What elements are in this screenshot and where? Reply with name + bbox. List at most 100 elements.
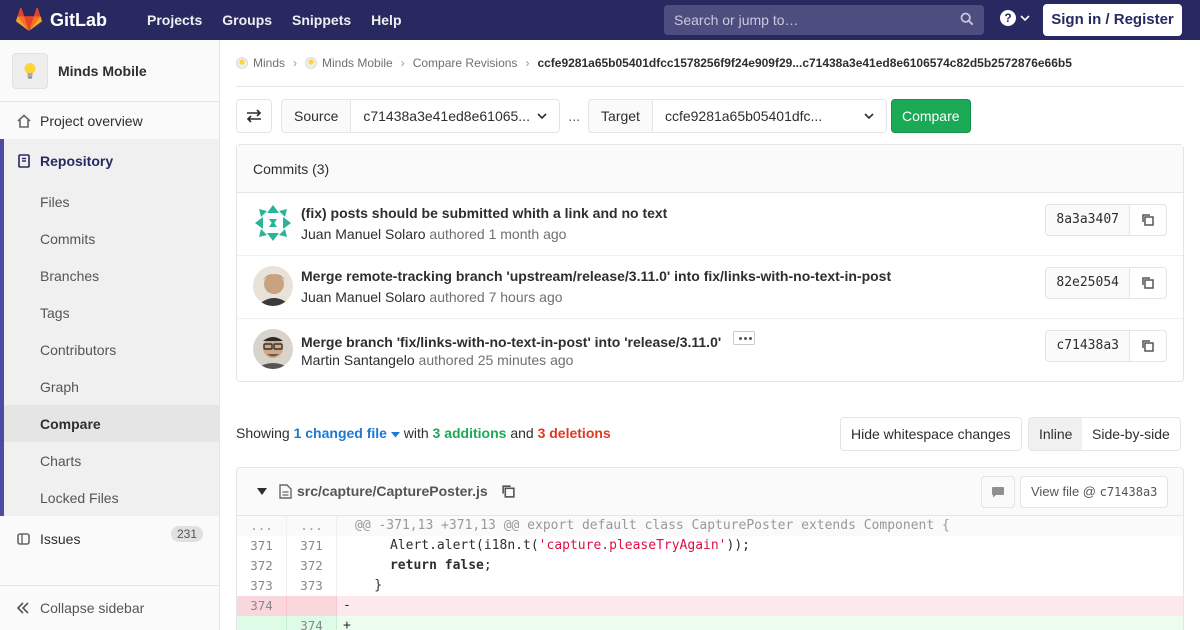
project-header[interactable]: Minds Mobile (0, 40, 219, 102)
commit-sha-link[interactable]: c71438a3 (1045, 330, 1130, 362)
copy-sha-button[interactable] (1130, 267, 1167, 299)
breadcrumb-minds[interactable]: Minds (236, 56, 285, 70)
project-avatar (12, 52, 48, 89)
commit-verb: authored (418, 352, 474, 368)
expand-description-button[interactable] (733, 331, 756, 345)
sidebar-item-label: Project overview (40, 112, 143, 129)
top-navbar: GitLab Projects Groups Snippets Help Sea… (0, 0, 1200, 40)
commit-author-link[interactable]: Martin Santangelo (301, 352, 415, 368)
sidebar-item-label: Repository (40, 153, 114, 169)
nav-snippets[interactable]: Snippets (282, 0, 361, 40)
new-line-number[interactable]: 374 (287, 616, 337, 630)
new-line-number[interactable]: 372 (287, 556, 337, 576)
help-dropdown[interactable]: ? (1000, 10, 1030, 26)
inline-view-button[interactable]: Inline (1028, 417, 1084, 451)
gitlab-logo[interactable]: GitLab (16, 0, 107, 40)
old-line-number[interactable]: 374 (237, 596, 287, 616)
nav-groups[interactable]: Groups (212, 0, 282, 40)
search-input[interactable]: Search or jump to… (664, 5, 984, 35)
sidebar-item-issues[interactable]: Issues 231 (0, 516, 219, 562)
old-line-number[interactable]: 371 (237, 536, 287, 556)
old-line-number[interactable]: 373 (237, 576, 287, 596)
caret-down-icon (390, 432, 400, 438)
copy-sha-button[interactable] (1130, 204, 1167, 236)
collapse-label: Collapse sidebar (40, 600, 145, 616)
compare-separator: ... (568, 108, 581, 124)
commit-author-link[interactable]: Juan Manuel Solaro (301, 226, 426, 242)
breadcrumb-separator: › (400, 56, 405, 70)
commit-sha-link[interactable]: 8a3a3407 (1045, 204, 1130, 236)
sidebar-item-charts[interactable]: Charts (4, 442, 219, 479)
commit-row: Merge remote-tracking branch 'upstream/r… (237, 256, 1183, 319)
source-ref-value: c71438a3e41ed8e61065... (363, 108, 530, 124)
breadcrumb-minds-mobile[interactable]: Minds Mobile (305, 56, 393, 70)
sidebar-item-repository[interactable]: Repository (4, 139, 219, 183)
sign-in-button[interactable]: Sign in / Register (1043, 4, 1182, 36)
breadcrumb-separator: › (525, 56, 530, 70)
gitlab-tanuki-icon (16, 8, 42, 31)
source-ref-dropdown[interactable]: c71438a3e41ed8e61065... (351, 99, 561, 133)
commit-sha-link[interactable]: 82e25054 (1045, 267, 1130, 299)
sidebar-item-commits[interactable]: Commits (4, 220, 219, 257)
user-avatar[interactable] (253, 329, 293, 369)
identicon-avatar[interactable] (253, 203, 293, 243)
commit-meta: Martin Santangelo authored 25 minutes ag… (301, 352, 573, 368)
sidebar-item-contributors[interactable]: Contributors (4, 331, 219, 368)
diff-file: src/capture/CapturePoster.js View file @… (236, 467, 1184, 630)
sidebar-item-compare[interactable]: Compare (4, 405, 219, 442)
new-line-number[interactable]: 373 (287, 576, 337, 596)
view-file-label: View file @ (1031, 484, 1096, 499)
file-icon (279, 484, 292, 499)
nav-help[interactable]: Help (361, 0, 411, 40)
book-icon (18, 154, 30, 168)
commit-title-link[interactable]: (fix) posts should be submitted whith a … (301, 205, 667, 221)
breadcrumb-compare-revisions[interactable]: Compare Revisions (413, 56, 518, 70)
changed-files-dropdown[interactable]: 1 changed file (294, 425, 400, 441)
sidebar-item-locked-files[interactable]: Locked Files (4, 479, 219, 516)
additions-count: 3 additions (432, 425, 507, 441)
commit-sha-group: 8a3a3407 (1045, 204, 1167, 236)
sidebar-item-files[interactable]: Files (4, 183, 219, 220)
copy-sha-button[interactable] (1130, 330, 1167, 362)
diff-lines: ... ... @@ -371,13 +371,13 @@ export def… (237, 516, 1183, 630)
caret-down-icon[interactable] (257, 488, 267, 496)
sidebar-item-project-overview[interactable]: Project overview (0, 102, 219, 139)
code-string: 'capture.pleaseTryAgain' (538, 538, 727, 553)
file-path-link[interactable]: src/capture/CapturePoster.js (297, 483, 488, 499)
commit-author-link[interactable]: Juan Manuel Solaro (301, 289, 426, 305)
code-token: ; (483, 558, 492, 573)
copy-icon[interactable] (501, 484, 516, 499)
commit-title-link[interactable]: Merge branch 'fix/links-with-no-text-in-… (301, 331, 756, 350)
toggle-comments-button[interactable] (981, 476, 1015, 508)
sidebar-item-graph[interactable]: Graph (4, 368, 219, 405)
hide-whitespace-button[interactable]: Hide whitespace changes (840, 417, 1022, 451)
line-code: + (343, 618, 351, 630)
collapse-sidebar-button[interactable]: Collapse sidebar (0, 585, 219, 630)
old-line-number[interactable]: 372 (237, 556, 287, 576)
copy-icon (1142, 340, 1154, 352)
new-line-number[interactable]: 371 (287, 536, 337, 556)
old-line-number[interactable]: ... (237, 516, 287, 536)
commit-title-link[interactable]: Merge remote-tracking branch 'upstream/r… (301, 268, 891, 284)
changed-files-label: 1 changed file (293, 425, 387, 441)
old-line-number[interactable] (237, 616, 287, 630)
deletions-count: 3 deletions (537, 425, 611, 441)
sidebar-item-branches[interactable]: Branches (4, 257, 219, 294)
commit-verb: authored (429, 226, 485, 242)
swap-revisions-button[interactable] (236, 99, 272, 133)
sidebar-item-tags[interactable]: Tags (4, 294, 219, 331)
compare-button[interactable]: Compare (890, 99, 971, 133)
side-by-side-button[interactable]: Side-by-side (1082, 417, 1181, 451)
commit-meta: Juan Manuel Solaro authored 7 hours ago (301, 289, 563, 305)
target-ref-dropdown[interactable]: ccfe9281a65b05401dfc... (652, 99, 887, 133)
view-file-button[interactable]: View file @ c71438a3 (1020, 476, 1169, 508)
issues-icon (17, 533, 30, 545)
main-nav: Projects Groups Snippets Help (137, 0, 412, 40)
commit-verb: authored (429, 289, 485, 305)
new-line-number[interactable]: ... (287, 516, 337, 536)
user-avatar[interactable] (253, 266, 293, 306)
new-line-number[interactable] (287, 596, 337, 616)
nav-projects[interactable]: Projects (137, 0, 212, 40)
breadcrumb-current[interactable]: ccfe9281a65b05401dfcc1578256f9f24e909f29… (537, 56, 1071, 70)
